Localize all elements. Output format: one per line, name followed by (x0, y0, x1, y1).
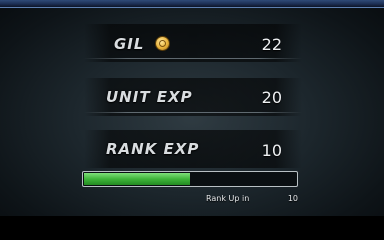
gil-coin-icon (156, 37, 169, 50)
rank-up-label: Rank Up in (206, 194, 250, 203)
gil-value: 22 (261, 35, 282, 54)
row-divider (84, 112, 302, 113)
results-screen: GIL 22 UNIT EXP 20 RANK EXP 10 Rank Up i… (0, 0, 384, 216)
row-divider (84, 58, 302, 59)
rank-up-value: 10 (287, 194, 298, 203)
gil-label: GIL (114, 35, 145, 53)
rank-exp-value: 10 (261, 141, 282, 160)
rank-progress-bar (82, 171, 298, 187)
unit-exp-label: UNIT EXP (106, 88, 193, 106)
rank-exp-label: RANK EXP (106, 140, 200, 158)
unit-exp-value: 20 (261, 88, 282, 107)
rank-progress-fill (84, 173, 190, 185)
top-frame-border (0, 0, 384, 8)
